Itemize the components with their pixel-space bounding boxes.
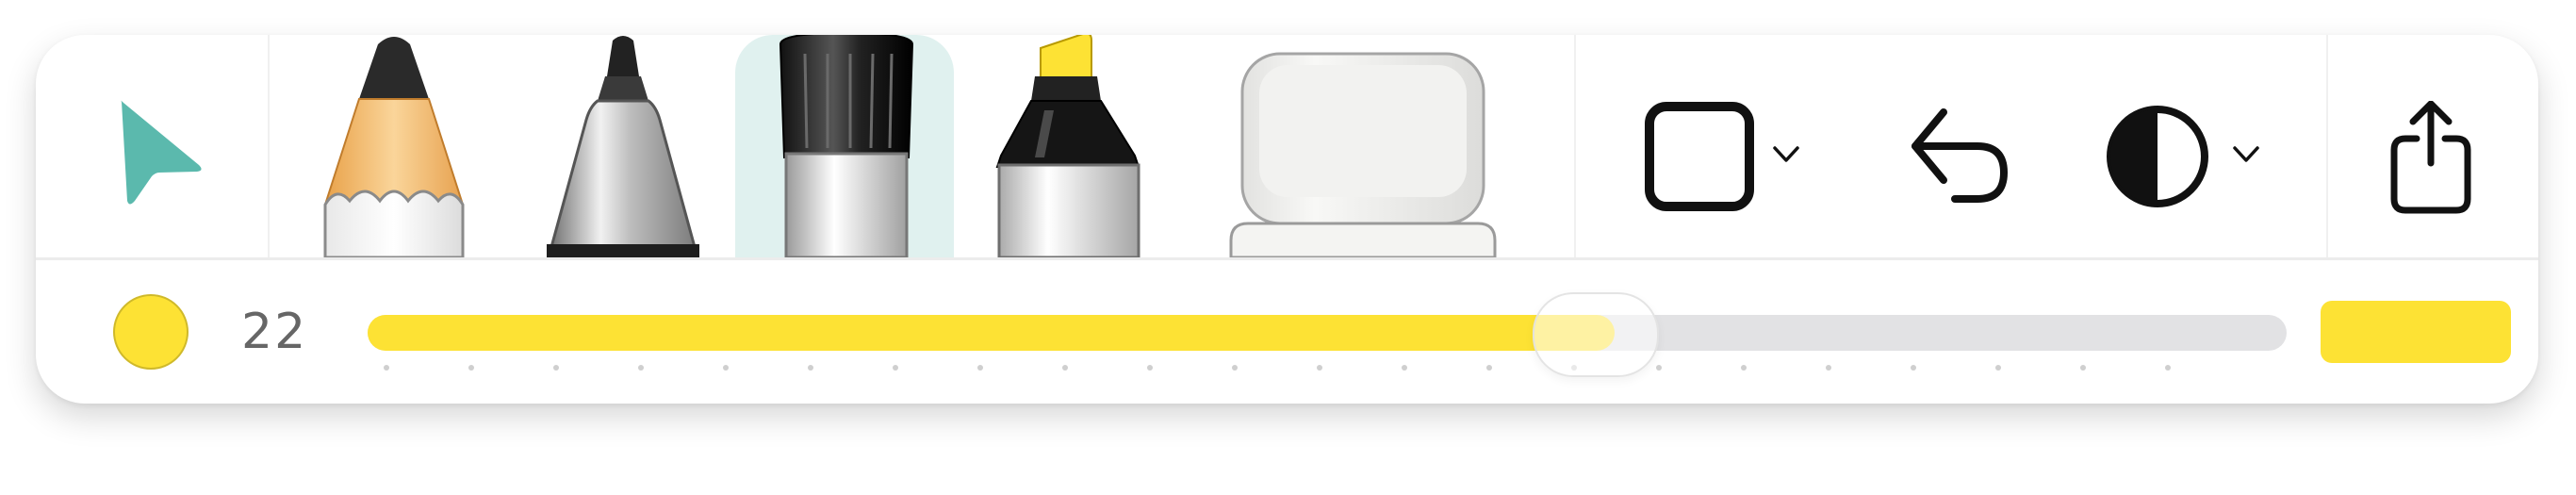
slider-tick bbox=[1741, 365, 1747, 371]
contrast-icon bbox=[2107, 106, 2208, 207]
tool-divider bbox=[1574, 35, 1576, 257]
slider-tick bbox=[1826, 365, 1831, 371]
slider-tick bbox=[1911, 365, 1916, 371]
pen-tool[interactable] bbox=[543, 35, 703, 259]
shapes-menu-chevron[interactable] bbox=[1772, 144, 1800, 169]
stroke-size-label: 22 bbox=[241, 304, 308, 360]
contrast-menu-chevron[interactable] bbox=[2232, 144, 2260, 169]
pencil-tool[interactable] bbox=[323, 35, 465, 259]
tool-divider bbox=[268, 35, 270, 257]
slider-tick bbox=[1995, 365, 2001, 371]
slider-tick bbox=[2080, 365, 2086, 371]
undo-button[interactable] bbox=[1906, 105, 2011, 210]
share-icon bbox=[2390, 101, 2471, 214]
share-button[interactable] bbox=[2388, 101, 2473, 214]
slider-thumb[interactable] bbox=[1533, 292, 1659, 377]
slider-tick bbox=[2165, 365, 2171, 371]
slider-tick bbox=[893, 365, 898, 371]
stroke-size-slider[interactable] bbox=[368, 315, 2287, 351]
eraser-icon bbox=[1229, 52, 1497, 259]
square-icon bbox=[1645, 102, 1754, 211]
eraser-tool[interactable] bbox=[1222, 52, 1504, 259]
slider-tick bbox=[1486, 365, 1492, 371]
pen-icon bbox=[547, 36, 699, 259]
slider-tick bbox=[1062, 365, 1068, 371]
chevron-down-icon bbox=[1773, 146, 1799, 162]
undo-arrow-icon bbox=[1911, 108, 2008, 203]
slider-tick bbox=[1656, 365, 1662, 371]
shapes-button[interactable] bbox=[1644, 101, 1755, 212]
marker-tool[interactable] bbox=[771, 35, 922, 259]
slider-tick bbox=[553, 365, 559, 371]
slider-fill bbox=[368, 315, 1615, 351]
contrast-button[interactable] bbox=[2104, 103, 2211, 210]
slider-tick bbox=[1402, 365, 1407, 371]
slider-tick bbox=[468, 365, 474, 371]
slider-tick bbox=[808, 365, 813, 371]
lasso-select-tool[interactable] bbox=[116, 97, 210, 210]
slider-tick bbox=[384, 365, 389, 371]
highlighter-tool[interactable] bbox=[988, 35, 1148, 259]
tool-divider bbox=[2326, 35, 2328, 257]
slider-tick bbox=[723, 365, 729, 371]
marker-icon bbox=[779, 35, 914, 259]
highlighter-icon bbox=[995, 35, 1140, 259]
chevron-down-icon bbox=[2233, 146, 2259, 162]
slider-tick bbox=[977, 365, 983, 371]
lasso-arrow-icon bbox=[121, 100, 202, 205]
slider-tick bbox=[638, 365, 644, 371]
tool-row bbox=[36, 35, 2538, 259]
slider-tick bbox=[1232, 365, 1238, 371]
row-divider bbox=[36, 257, 2538, 260]
slider-tick bbox=[1147, 365, 1153, 371]
color-swatch[interactable] bbox=[113, 294, 189, 370]
pencil-icon bbox=[323, 37, 465, 259]
slider-tick bbox=[1317, 365, 1322, 371]
stroke-preview bbox=[2321, 301, 2511, 363]
drawing-toolbar-panel: 22 bbox=[36, 35, 2538, 404]
